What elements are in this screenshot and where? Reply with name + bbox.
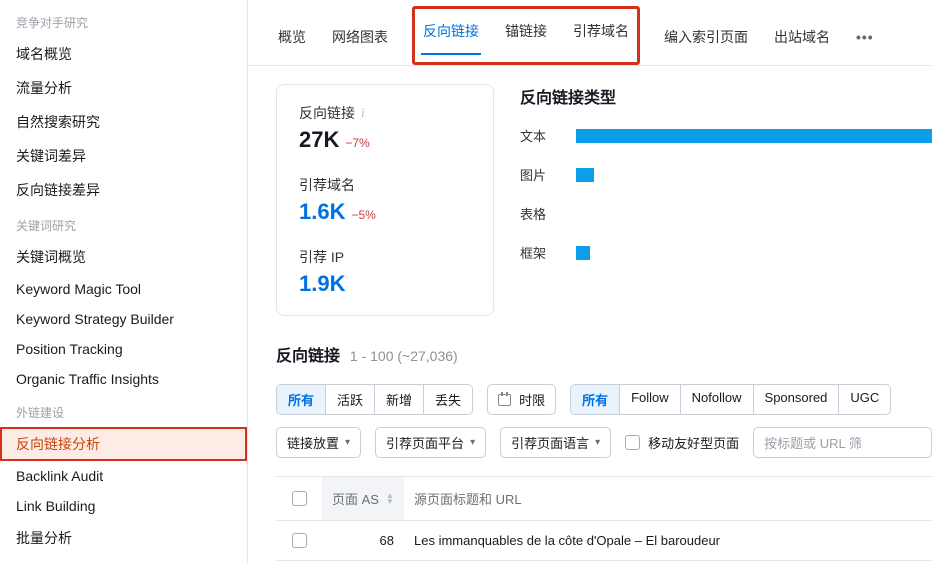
- metrics-card: 反向链接i 27K−7% 引荐域名 1.6K−5% 引荐 IP: [276, 84, 494, 316]
- filter-follow-option[interactable]: Follow: [620, 385, 681, 414]
- checkbox-icon[interactable]: [292, 491, 307, 506]
- tab[interactable]: 引荐域名: [571, 13, 631, 54]
- backlink-type-bar: [576, 246, 932, 260]
- sidebar-section-title: 竞争对手研究: [0, 4, 247, 37]
- sidebar-item[interactable]: 关键词差异: [0, 139, 247, 173]
- filter-activity-group: 所有活跃新增丢失: [276, 384, 473, 415]
- backlink-type-bar: [576, 129, 932, 143]
- dropdown-link-placement[interactable]: 链接放置▾: [276, 427, 361, 458]
- backlinks-section-range: 1 - 100 (~27,036): [350, 348, 458, 364]
- filter-follow-option[interactable]: Sponsored: [754, 385, 840, 414]
- sort-icon: ▲▼: [386, 493, 394, 505]
- backlink-type-row: 图片: [520, 165, 932, 184]
- column-page-as[interactable]: 页面 AS ▲▼: [322, 477, 404, 520]
- cell-page-as: 68: [322, 521, 404, 560]
- sidebar: 竞争对手研究域名概览流量分析自然搜索研究关键词差异反向链接差异关键词研究关键词概…: [0, 0, 248, 563]
- filter-activity-option[interactable]: 新增: [375, 385, 424, 414]
- sidebar-item[interactable]: Link Building: [0, 491, 247, 521]
- backlink-type-bar: [576, 207, 932, 221]
- checkbox-icon[interactable]: [625, 435, 640, 450]
- chevron-down-icon: ▾: [470, 437, 475, 448]
- sidebar-item[interactable]: Organic Traffic Insights: [0, 364, 247, 394]
- sidebar-section-title: 关键词研究: [0, 207, 247, 240]
- sidebar-item[interactable]: 流量分析: [0, 71, 247, 105]
- table-header: 页面 AS ▲▼ 源页面标题和 URL: [276, 477, 932, 521]
- backlink-type-label: 框架: [520, 243, 576, 262]
- backlink-types-title: 反向链接类型: [520, 84, 932, 108]
- sidebar-item[interactable]: 关键词概览: [0, 240, 247, 274]
- row-checkbox[interactable]: [276, 521, 322, 560]
- sidebar-section-title: 页面上 SEO 与技术 SEO: [0, 555, 247, 563]
- backlink-type-label: 图片: [520, 165, 576, 184]
- sidebar-section-title: 外链建设: [0, 394, 247, 427]
- filter-time-button[interactable]: 时限: [487, 384, 556, 415]
- filter-activity-option[interactable]: 所有: [277, 385, 326, 414]
- backlinks-section-title: 反向链接: [276, 348, 340, 365]
- backlink-type-bar: [576, 168, 932, 182]
- chevron-down-icon: ▾: [595, 437, 600, 448]
- tab[interactable]: 概览: [276, 19, 308, 59]
- backlink-types-card: 反向链接类型 文本图片表格框架: [514, 84, 932, 316]
- info-icon: i: [361, 105, 365, 121]
- filter-follow-option[interactable]: 所有: [571, 385, 620, 414]
- filter-follow-option[interactable]: Nofollow: [681, 385, 754, 414]
- cell-source-title[interactable]: Les immanquables de la côte d'Opale – El…: [404, 521, 932, 560]
- sidebar-item[interactable]: 批量分析: [0, 521, 247, 555]
- metric-backlinks-delta: −7%: [345, 136, 369, 150]
- column-source-title[interactable]: 源页面标题和 URL: [404, 477, 932, 520]
- metric-refdomains-delta: −5%: [351, 208, 375, 222]
- sidebar-item[interactable]: 域名概览: [0, 37, 247, 71]
- backlink-type-label: 表格: [520, 204, 576, 223]
- table-row[interactable]: 68Les immanquables de la côte d'Opale – …: [276, 521, 932, 561]
- sidebar-item[interactable]: 自然搜索研究: [0, 105, 247, 139]
- search-input[interactable]: 按标题或 URL 筛: [753, 427, 932, 458]
- tab[interactable]: 网络图表: [330, 19, 390, 59]
- metric-backlinks-value: 27K−7%: [299, 127, 471, 153]
- sidebar-item[interactable]: Keyword Magic Tool: [0, 274, 247, 304]
- backlink-type-row: 框架: [520, 243, 932, 262]
- backlink-type-row: 文本: [520, 126, 932, 145]
- sidebar-item[interactable]: 反向链接分析: [0, 427, 247, 461]
- mobile-friendly-checkbox[interactable]: 移动友好型页面: [625, 433, 739, 452]
- chevron-down-icon: ▾: [345, 437, 350, 448]
- tabs-highlight-box: 反向链接锚链接引荐域名: [412, 6, 640, 65]
- sidebar-item[interactable]: Keyword Strategy Builder: [0, 304, 247, 334]
- select-all-checkbox[interactable]: [276, 479, 322, 518]
- filter-activity-option[interactable]: 活跃: [326, 385, 375, 414]
- tab[interactable]: 反向链接: [421, 13, 481, 55]
- sidebar-item[interactable]: Backlink Audit: [0, 461, 247, 491]
- sidebar-item[interactable]: 反向链接差异: [0, 173, 247, 207]
- tab[interactable]: 出站域名: [772, 19, 832, 59]
- filter-activity-option[interactable]: 丢失: [424, 385, 472, 414]
- tab[interactable]: 编入索引页面: [662, 19, 750, 59]
- metric-refips-value[interactable]: 1.9K: [299, 271, 471, 297]
- filter-follow-group: 所有FollowNofollowSponsoredUGC: [570, 384, 891, 415]
- backlink-type-label: 文本: [520, 126, 576, 145]
- tab[interactable]: 锚链接: [503, 13, 549, 54]
- backlink-type-row: 表格: [520, 204, 932, 223]
- metric-backlinks-label: 反向链接i: [299, 103, 471, 123]
- tabs-more-button[interactable]: •••: [854, 21, 876, 57]
- dropdown-ref-language[interactable]: 引荐页面语言▾: [500, 427, 611, 458]
- metric-refdomains-value[interactable]: 1.6K−5%: [299, 199, 471, 225]
- metric-refips-label: 引荐 IP: [299, 247, 471, 267]
- dropdown-ref-platform[interactable]: 引荐页面平台▾: [375, 427, 486, 458]
- calendar-icon: [498, 394, 511, 406]
- checkbox-icon[interactable]: [292, 533, 307, 548]
- sidebar-item[interactable]: Position Tracking: [0, 334, 247, 364]
- main-content: 概览网络图表反向链接锚链接引荐域名编入索引页面出站域名••• 反向链接i 27K…: [248, 0, 932, 563]
- tabs-nav: 概览网络图表反向链接锚链接引荐域名编入索引页面出站域名 •••: [248, 0, 932, 66]
- filter-follow-option[interactable]: UGC: [839, 385, 890, 414]
- backlinks-table: 页面 AS ▲▼ 源页面标题和 URL 68Les immanquables d…: [276, 476, 932, 561]
- metric-refdomains-label: 引荐域名: [299, 175, 471, 195]
